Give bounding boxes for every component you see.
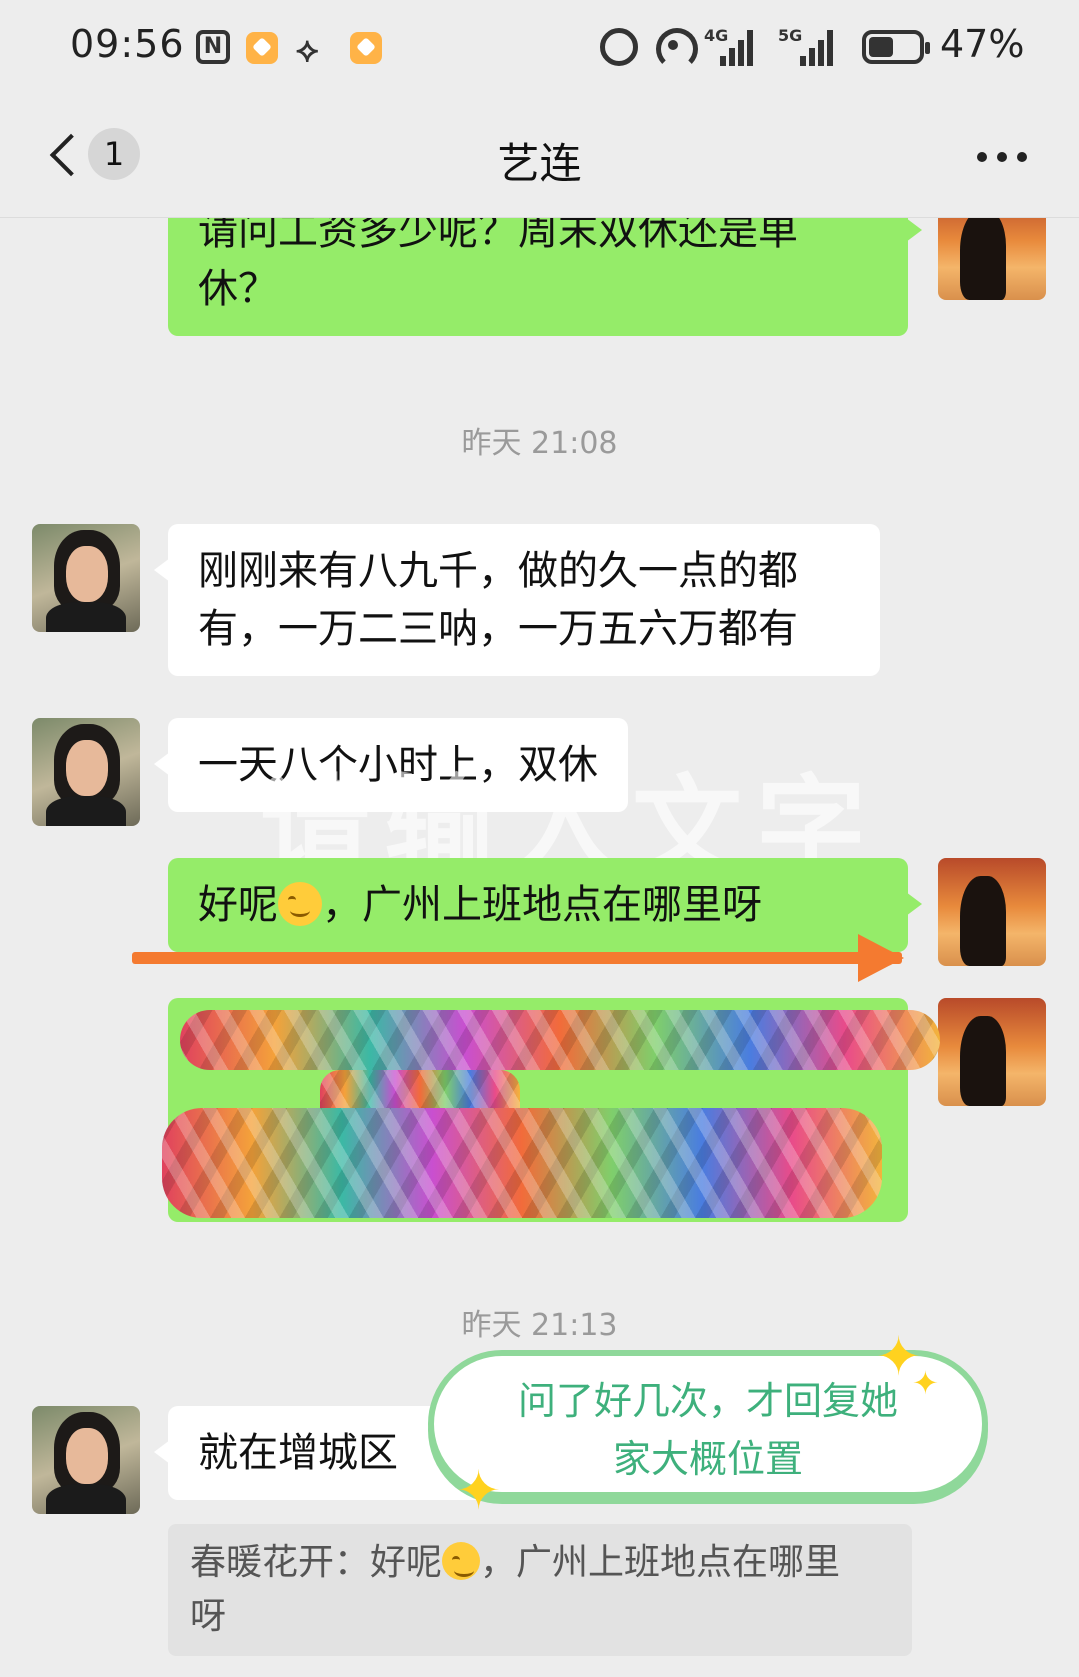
message-timestamp: 昨天 21:08 [461,426,618,461]
quote-text: ，广州上班地点在哪里 [480,1542,841,1583]
message-text: ，广州上班地点在哪里呀 [322,882,762,928]
quoted-message[interactable]: 春暖花开：好呢 ，广州上班地点在哪里 呀 [168,1524,912,1656]
signal-icon [800,28,840,66]
nfc-icon: N [196,30,230,64]
battery-percent: 47% [940,22,1025,66]
smile-emoji-icon [442,1542,481,1580]
notification-app-icon [246,32,278,64]
message-bubble-other[interactable]: 一天八个小时上，双休 [154,718,628,812]
avatar[interactable] [938,858,1046,966]
sparkle-icon: ✦ [912,1364,939,1402]
chat-title: 艺连 [497,139,582,188]
smile-emoji-icon [278,882,322,926]
network-type-label: 5G [778,26,803,45]
message-list[interactable]: 请问工资多少呢？周末双休还是单 休？ 昨天 21:08 刚刚来有八九千，做的久一… [0,218,1079,1677]
message-text: 刚刚来有八九千，做的久一点的都 [198,548,798,594]
signal-icon [720,28,760,66]
message-text: 有，一万二三呐，一万五六万都有 [198,606,798,652]
battery-icon [862,30,930,64]
chat-header: 1 艺连 [0,100,1079,218]
message-bubble-self[interactable]: 好呢 ，广州上班地点在哪里呀 [168,858,922,952]
message-text: 一天八个小时上，双休 [198,742,598,788]
status-time: 09:56 [70,22,185,66]
redaction-mosaic [162,1108,882,1218]
annotation-arrow-line [132,952,902,964]
annotation-arrow-head [858,934,904,982]
avatar[interactable] [32,524,140,632]
quote-text: 春暖花开：好呢 [190,1542,443,1583]
notification-heart-icon: ⟡ [296,30,319,70]
avatar[interactable] [938,998,1046,1106]
message-text: 请问工资多少呢？周末双休还是单 [198,218,798,254]
more-options-icon[interactable] [977,152,1027,162]
quote-text: 呀 [190,1596,227,1637]
avatar[interactable] [938,218,1046,300]
avatar[interactable] [32,1406,140,1514]
alarm-icon [600,28,638,66]
status-bar: 09:56 N ⟡ 4G 5G 47% [0,0,1079,100]
redaction-mosaic [180,1010,940,1070]
annotation-text: 家大概位置 [612,1437,803,1481]
message-text: 休？ [198,266,278,312]
notification-app-icon [350,32,382,64]
hotspot-icon [652,24,698,70]
message-bubble-other[interactable]: 刚刚来有八九千，做的久一点的都 有，一万二三呐，一万五六万都有 [154,524,880,676]
sparkle-icon: ✦ [456,1459,502,1522]
message-text: 好呢 [198,882,278,928]
avatar[interactable] [32,718,140,826]
message-bubble-self[interactable]: 请问工资多少呢？周末双休还是单 休？ [168,218,922,336]
